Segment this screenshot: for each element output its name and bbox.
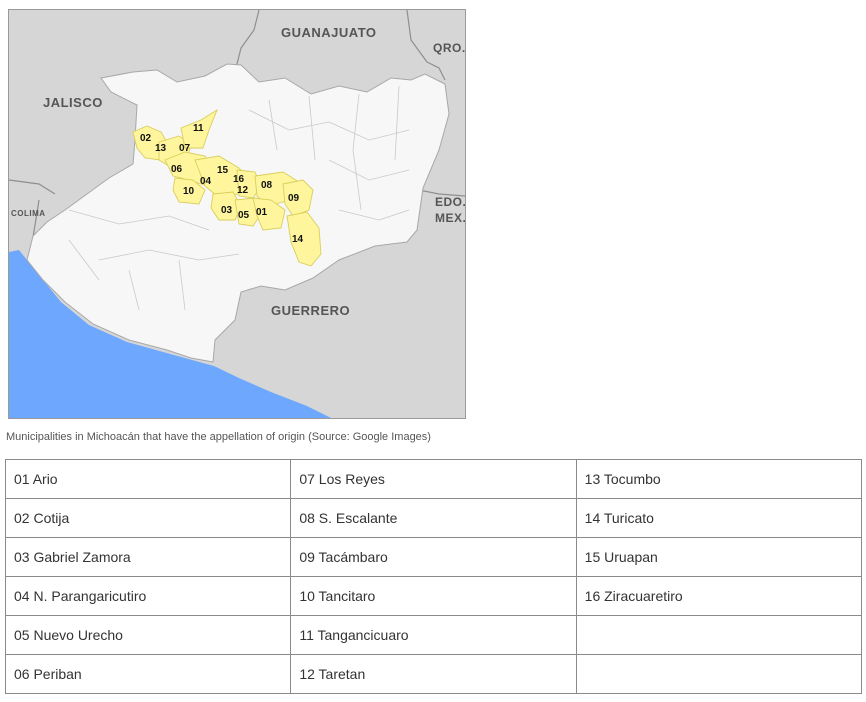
region-label-mex: MEX. [435, 211, 465, 225]
table-cell: 04 N. Parangaricutiro [4, 576, 292, 616]
table-cell: 05 Nuevo Urecho [4, 615, 292, 655]
muni-label-05: 05 [238, 210, 250, 221]
muni-label-13: 13 [155, 143, 167, 154]
muni-label-08: 08 [261, 180, 273, 191]
table-row: 03 Gabriel Zamora 09 Tacámbaro 15 Uruapa… [4, 537, 863, 577]
table-cell: 02 Cotija [4, 498, 292, 538]
muni-label-12: 12 [237, 185, 249, 196]
municipalities-table: 01 Ario 07 Los Reyes 13 Tocumbo 02 Cotij… [4, 459, 863, 694]
muni-label-04: 04 [200, 176, 212, 187]
table-row: 02 Cotija 08 S. Escalante 14 Turicato [4, 498, 863, 538]
table-cell: 15 Uruapan [575, 537, 863, 577]
table-cell: 13 Tocumbo [575, 459, 863, 499]
michoacan-map: GUANAJUATO QRO. JALISCO COLIMA EDO. MEX.… [9, 10, 465, 418]
map-frame: GUANAJUATO QRO. JALISCO COLIMA EDO. MEX.… [8, 9, 466, 419]
muni-label-15: 15 [217, 165, 229, 176]
muni-label-07: 07 [179, 143, 191, 154]
table-row: 06 Periban 12 Taretan [4, 654, 863, 694]
region-label-queretaro: QRO. [433, 41, 465, 55]
muni-label-16: 16 [233, 174, 245, 185]
muni-label-01: 01 [256, 207, 268, 218]
region-label-guanajuato: GUANAJUATO [281, 25, 377, 40]
table-cell: 14 Turicato [575, 498, 863, 538]
map-caption: Municipalities in Michoacán that have th… [6, 431, 431, 443]
table-cell: 03 Gabriel Zamora [4, 537, 292, 577]
table-cell: 01 Ario [4, 459, 292, 499]
muni-label-10: 10 [183, 186, 195, 197]
table-cell: 08 S. Escalante [290, 498, 577, 538]
table-cell: 07 Los Reyes [290, 459, 577, 499]
table-row: 05 Nuevo Urecho 11 Tangancicuaro [4, 615, 863, 655]
table-cell: 16 Ziracuaretiro [575, 576, 863, 616]
table-cell: 10 Tancitaro [290, 576, 577, 616]
table-row: 04 N. Parangaricutiro 10 Tancitaro 16 Zi… [4, 576, 863, 616]
table-cell [575, 615, 863, 655]
region-label-jalisco: JALISCO [43, 95, 103, 110]
region-label-colima: COLIMA [11, 209, 46, 218]
table-row: 01 Ario 07 Los Reyes 13 Tocumbo [4, 459, 863, 499]
table-cell: 06 Periban [4, 654, 292, 694]
table-cell: 12 Taretan [290, 654, 577, 694]
table-cell: 11 Tangancicuaro [290, 615, 577, 655]
muni-label-14: 14 [292, 234, 304, 245]
table-cell [575, 654, 863, 694]
muni-label-11: 11 [193, 123, 204, 134]
muni-label-03: 03 [221, 205, 233, 216]
region-label-guerrero: GUERRERO [271, 303, 350, 318]
table-cell: 09 Tacámbaro [290, 537, 577, 577]
muni-label-06: 06 [171, 164, 183, 175]
region-label-edo: EDO. [435, 195, 465, 209]
muni-label-09: 09 [288, 193, 300, 204]
muni-label-02: 02 [140, 133, 152, 144]
